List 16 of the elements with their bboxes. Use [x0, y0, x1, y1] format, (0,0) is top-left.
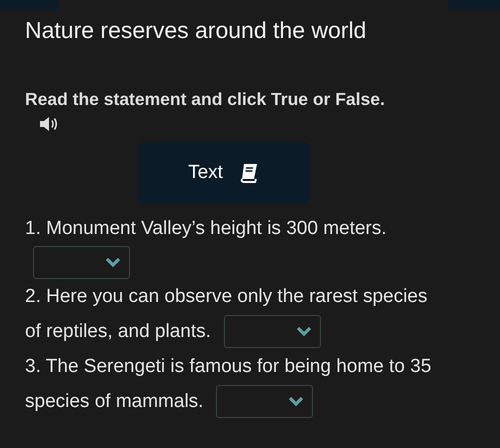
chevron-icon [105, 257, 121, 268]
text-button[interactable]: Text [138, 142, 309, 203]
statement-text: 3. The Serengeti is famous for being home to 35 [25, 355, 432, 379]
book-icon [238, 162, 259, 182]
page-title: Nature reserves around the world [25, 17, 368, 44]
statement-text: of reptiles, and plants. [25, 320, 211, 344]
statement-text: 2. Here you can observe only the rarest species [25, 285, 428, 309]
chevron-icon [296, 326, 312, 337]
answer-dropdown[interactable] [224, 315, 321, 348]
statement-text: species of mammals. [25, 390, 204, 414]
speaker-icon[interactable] [39, 116, 59, 132]
answer-dropdown[interactable] [33, 246, 130, 279]
instruction-text: Read the statement and click True or False. [25, 89, 386, 110]
chevron-icon [288, 396, 304, 407]
answer-dropdown[interactable] [216, 385, 314, 418]
statement-text: 1. Monument Valley’s height is 300 meters. [25, 217, 387, 241]
